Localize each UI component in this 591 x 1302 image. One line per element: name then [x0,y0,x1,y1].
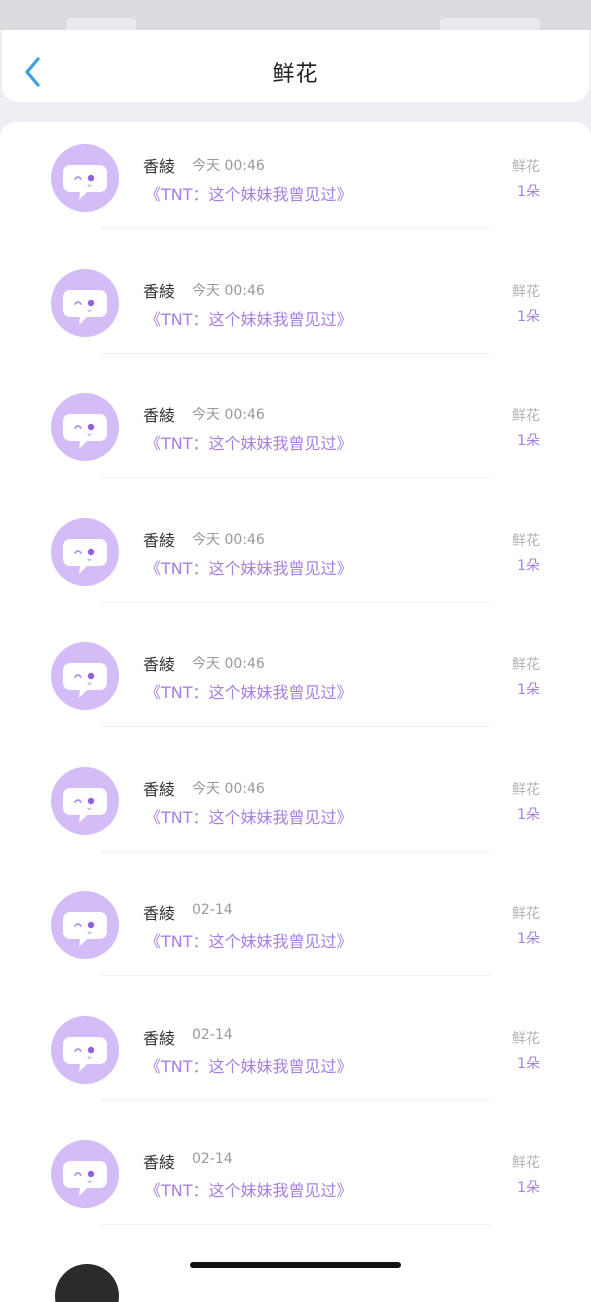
book-title-link[interactable]: 《TNT：这个妹妹我曾见过》 [145,181,353,205]
sender-name: 香綾 [143,530,176,550]
gift-type: 鲜花 [512,408,540,424]
list-item[interactable]: 香綾 02-14 《TNT：这个妹妹我曾见过》 鲜花 1朵 [0,1118,591,1242]
gift-count: 1朵 [517,1055,540,1072]
book-title-link[interactable]: 《TNT：这个妹妹我曾见过》 [145,928,353,952]
avatar [51,642,119,710]
gift-type: 鲜花 [512,906,540,922]
avatar [51,393,119,461]
row-divider [100,1099,490,1101]
timestamp: 今天 00:46 [192,656,265,672]
row-divider [100,1224,490,1225]
sender-name: 香綾 [143,281,176,301]
avatar [51,517,119,586]
timestamp: 今天 00:46 [192,282,265,299]
list-item[interactable]: 香綾 02-14 《TNT：这个妹妹我曾见过》 鲜花 1朵 [0,869,591,993]
timestamp: 今天 00:46 [192,531,265,548]
row-divider [100,477,490,478]
timestamp: 02-14 [192,902,233,918]
avatar [51,766,119,835]
row-divider [100,352,490,354]
gift-count: 1朵 [517,931,540,947]
row-divider [100,975,490,976]
avatar [51,1015,119,1084]
timestamp: 02-14 [192,1026,233,1043]
avatar [51,144,119,212]
book-title-link[interactable]: 《TNT：这个妹妹我曾见过》 [145,679,353,703]
list-item[interactable]: 香綾 02-14 《TNT：这个妹妹我曾见过》 鲜花 1朵 [0,994,591,1118]
gift-type: 鲜花 [512,781,540,798]
row-divider [100,228,490,229]
gift-count: 1朵 [517,1180,540,1196]
gift-count: 1朵 [517,806,540,823]
gift-type: 鲜花 [512,532,540,549]
avatar [55,1264,119,1302]
list-item[interactable]: 香綾 今天 00:46 《TNT：这个妹妹我曾见过》 鲜花 1朵 [0,122,591,246]
status-bar [0,0,591,32]
avatar [51,891,119,959]
gift-count: 1朵 [517,184,540,200]
book-title-link[interactable]: 《TNT：这个妹妹我曾见过》 [145,804,353,828]
sender-name: 香綾 [143,1028,176,1048]
avatar [51,268,119,337]
nav-header: 鲜花 [2,30,589,102]
sender-name: 香綾 [143,779,176,799]
sender-name: 香綾 [143,904,176,923]
gift-count: 1朵 [517,433,540,449]
row-divider [100,601,490,603]
gift-type: 鲜花 [512,1030,540,1047]
gift-type: 鲜花 [512,283,540,300]
home-indicator[interactable] [190,1262,401,1268]
gift-count: 1朵 [517,557,540,574]
timestamp: 02-14 [192,1151,233,1167]
sender-name: 香綾 [143,406,176,425]
list-item[interactable]: 香綾 今天 00:46 《TNT：这个妹妹我曾见过》 鲜花 1朵 [0,496,591,620]
row-divider [100,726,490,727]
list-item[interactable]: 香綾 今天 00:46 《TNT：这个妹妹我曾见过》 鲜花 1朵 [0,247,591,371]
page-title: 鲜花 [272,62,319,87]
timestamp: 今天 00:46 [192,407,265,423]
gift-record-list[interactable]: 香綾 今天 00:46 《TNT：这个妹妹我曾见过》 鲜花 1朵 香綾 今天 00:46 《T… [0,122,591,1302]
gift-type: 鲜花 [512,159,540,175]
gift-type: 鲜花 [512,657,540,673]
book-title-link[interactable]: 《TNT：这个妹妹我曾见过》 [145,1053,353,1077]
avatar [51,1140,119,1208]
gift-count: 1朵 [517,308,540,325]
list-item[interactable]: 香綾 今天 00:46 《TNT：这个妹妹我曾见过》 鲜花 1朵 [0,745,591,869]
list-item[interactable]: 香綾 今天 00:46 《TNT：这个妹妹我曾见过》 鲜花 1朵 [0,620,591,744]
book-title-link[interactable]: 《TNT：这个妹妹我曾见过》 [145,555,353,579]
timestamp: 今天 00:46 [192,780,265,797]
row-divider [100,850,490,852]
list-item[interactable]: 香綾 今天 00:46 《TNT：这个妹妹我曾见过》 鲜花 1朵 [0,371,591,495]
gift-type: 鲜花 [512,1155,540,1171]
book-title-link[interactable]: 《TNT：这个妹妹我曾见过》 [145,430,353,454]
sender-name: 香綾 [143,157,176,176]
book-title-link[interactable]: 《TNT：这个妹妹我曾见过》 [145,1177,353,1201]
gift-count: 1朵 [517,682,540,698]
sender-name: 香綾 [143,655,176,674]
book-title-link[interactable]: 《TNT：这个妹妹我曾见过》 [145,306,353,330]
timestamp: 今天 00:46 [192,158,265,174]
sender-name: 香綾 [143,1153,176,1172]
